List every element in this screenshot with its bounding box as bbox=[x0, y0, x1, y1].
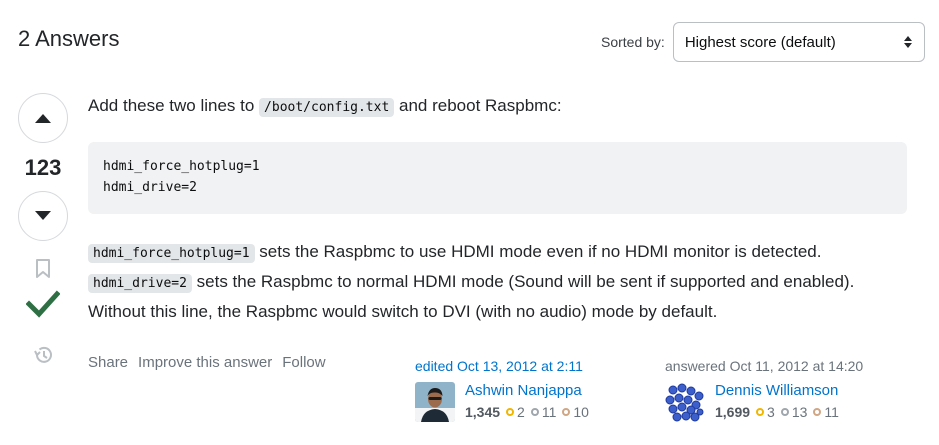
explanation-text-2: sets the Raspbmc to normal HDMI mode (So… bbox=[88, 272, 855, 321]
author-signature: answered Oct 11, 2012 at 14:20 Dennis Wi… bbox=[665, 358, 885, 422]
edited-timestamp-link[interactable]: edited Oct 13, 2012 at 2:11 bbox=[415, 358, 635, 374]
author-user-card: Dennis Williamson 1,699 3 13 11 bbox=[665, 382, 885, 422]
gold-badge-count: 3 bbox=[756, 404, 775, 420]
bookmark-button[interactable] bbox=[35, 259, 51, 284]
code-block: hdmi_force_hotplug=1 hdmi_drive=2 bbox=[88, 142, 907, 214]
reputation-score: 1,699 bbox=[715, 404, 751, 420]
answer-paragraph-intro: Add these two lines to /boot/config.txt … bbox=[88, 92, 908, 122]
downvote-button[interactable] bbox=[18, 191, 68, 241]
inline-code-drive: hdmi_drive=2 bbox=[88, 274, 192, 293]
sort-select[interactable]: Highest score (default) bbox=[672, 22, 925, 62]
answers-count-heading: 2 Answers bbox=[18, 26, 120, 51]
improve-answer-link[interactable]: Improve this answer bbox=[138, 354, 272, 371]
author-name-link[interactable]: Dennis Williamson bbox=[715, 382, 839, 400]
editor-name-link[interactable]: Ashwin Nanjappa bbox=[465, 382, 589, 400]
history-button[interactable] bbox=[32, 345, 54, 370]
avatar[interactable] bbox=[665, 382, 705, 422]
gold-badge-count: 2 bbox=[506, 404, 525, 420]
intro-text-after: and reboot Raspbmc: bbox=[394, 96, 562, 115]
inline-code-config-path: /boot/config.txt bbox=[259, 98, 395, 117]
reputation-score: 1,345 bbox=[465, 404, 501, 420]
gold-badge-icon bbox=[506, 408, 515, 416]
sort-select-value: Highest score (default) bbox=[684, 33, 836, 51]
vote-column: 123 bbox=[18, 93, 68, 370]
gold-badge-icon bbox=[756, 408, 765, 416]
vote-score: 123 bbox=[24, 155, 62, 180]
bronze-badge-icon bbox=[562, 408, 571, 416]
upvote-button[interactable] bbox=[18, 93, 68, 143]
bookmark-icon bbox=[36, 259, 50, 278]
editor-signature: edited Oct 13, 2012 at 2:11 Ashwin Nanja… bbox=[415, 358, 635, 422]
silver-badge-count: 11 bbox=[530, 404, 556, 420]
post-menu: Share Improve this answer Follow bbox=[88, 354, 326, 371]
explanation-text-1: sets the Raspbmc to use HDMI mode even i… bbox=[254, 242, 822, 261]
silver-badge-icon bbox=[780, 408, 789, 416]
upvote-arrow-icon bbox=[35, 114, 51, 123]
editor-user-card: Ashwin Nanjappa 1,345 2 11 10 bbox=[415, 382, 635, 422]
sort-control: Sorted by: Highest score (default) bbox=[601, 22, 925, 62]
inline-code-hotplug: hdmi_force_hotplug=1 bbox=[88, 244, 255, 263]
author-reputation: 1,699 3 13 11 bbox=[715, 404, 839, 420]
editor-reputation: 1,345 2 11 10 bbox=[465, 404, 589, 420]
accepted-answer-indicator bbox=[25, 290, 61, 323]
silver-badge-icon bbox=[530, 408, 539, 416]
avatar[interactable] bbox=[415, 382, 455, 422]
follow-link[interactable]: Follow bbox=[282, 354, 325, 371]
code-line: hdmi_force_hotplug=1 bbox=[103, 159, 260, 174]
answer-body: Add these two lines to /boot/config.txt … bbox=[88, 92, 908, 326]
bronze-badge-count: 10 bbox=[562, 404, 589, 420]
intro-text-before: Add these two lines to bbox=[88, 96, 260, 115]
history-icon bbox=[34, 346, 52, 363]
bronze-badge-icon bbox=[813, 408, 822, 416]
select-arrows-icon bbox=[903, 36, 912, 48]
share-link[interactable]: Share bbox=[88, 354, 128, 371]
sort-label: Sorted by: bbox=[601, 34, 665, 50]
answered-timestamp: answered Oct 11, 2012 at 14:20 bbox=[665, 358, 864, 374]
bronze-badge-count: 11 bbox=[813, 404, 839, 420]
code-line: hdmi_drive=2 bbox=[103, 180, 197, 195]
downvote-arrow-icon bbox=[35, 211, 51, 220]
accepted-checkmark-icon bbox=[25, 290, 61, 318]
answer-paragraph-explanation: hdmi_force_hotplug=1 sets the Raspbmc to… bbox=[88, 238, 908, 326]
silver-badge-count: 13 bbox=[780, 404, 807, 420]
